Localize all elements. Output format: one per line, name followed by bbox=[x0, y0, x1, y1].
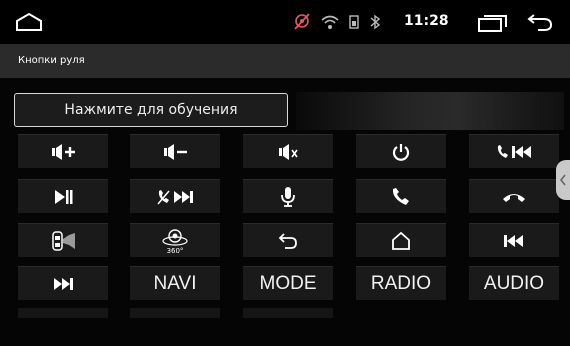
home-icon[interactable] bbox=[14, 12, 44, 36]
next-track-icon bbox=[50, 275, 76, 293]
microphone-key[interactable] bbox=[243, 179, 333, 213]
key-partial[interactable] bbox=[243, 308, 333, 318]
play-pause-icon bbox=[51, 187, 75, 207]
return-icon bbox=[277, 232, 299, 250]
key-partial[interactable] bbox=[130, 308, 220, 318]
microphone-icon bbox=[278, 186, 298, 208]
call-prev-key[interactable] bbox=[469, 134, 559, 168]
call-icon bbox=[390, 187, 412, 207]
chevron-left-icon bbox=[559, 171, 567, 190]
home-key[interactable] bbox=[356, 223, 446, 257]
status-bar: 11:28 bbox=[0, 0, 570, 44]
title-bar: Кнопки руля bbox=[0, 44, 570, 78]
learning-status-area bbox=[296, 92, 564, 130]
learn-button[interactable]: Нажмите для обучения bbox=[14, 93, 288, 127]
mute-key[interactable] bbox=[243, 134, 333, 168]
radio-key[interactable]: RADIO bbox=[356, 266, 446, 300]
key-partial[interactable] bbox=[18, 308, 108, 318]
power-icon bbox=[391, 142, 411, 162]
return-key[interactable] bbox=[243, 223, 333, 257]
back-icon[interactable] bbox=[526, 12, 554, 36]
bluetooth-icon bbox=[369, 14, 381, 34]
page-title: Кнопки руля bbox=[18, 55, 85, 66]
camera-360-key[interactable]: 360° bbox=[130, 223, 220, 257]
volume-down-key[interactable] bbox=[130, 134, 220, 168]
sim-icon bbox=[348, 14, 360, 34]
mute-icon bbox=[274, 142, 302, 162]
hangup-next-icon bbox=[155, 187, 195, 207]
car-speaker-icon bbox=[49, 230, 77, 252]
audio-key[interactable]: AUDIO bbox=[469, 266, 559, 300]
side-drawer-handle[interactable] bbox=[556, 160, 570, 200]
camera-360-label: 360° bbox=[166, 246, 184, 255]
hang-up-icon bbox=[501, 189, 527, 205]
volume-down-icon bbox=[161, 142, 189, 162]
camera-360-icon: 360° bbox=[160, 227, 190, 255]
power-key[interactable] bbox=[356, 134, 446, 168]
call-key[interactable] bbox=[356, 179, 446, 213]
car-speaker-key[interactable] bbox=[18, 223, 108, 257]
volume-up-icon bbox=[49, 142, 77, 162]
recent-apps-icon[interactable] bbox=[476, 14, 510, 36]
volume-up-key[interactable] bbox=[18, 134, 108, 168]
previous-track-icon bbox=[501, 232, 527, 250]
next-track-key[interactable] bbox=[18, 266, 108, 300]
hang-up-key[interactable] bbox=[469, 179, 559, 213]
mode-key[interactable]: MODE bbox=[243, 266, 333, 300]
call-prev-icon bbox=[494, 142, 534, 162]
home-icon bbox=[390, 231, 412, 251]
play-pause-key[interactable] bbox=[18, 179, 108, 213]
gps-off-icon bbox=[292, 12, 312, 36]
hangup-next-key[interactable] bbox=[130, 179, 220, 213]
navi-key[interactable]: NAVI bbox=[130, 266, 220, 300]
clock: 11:28 bbox=[404, 13, 449, 29]
previous-track-key[interactable] bbox=[469, 223, 559, 257]
wifi-icon bbox=[321, 14, 339, 34]
